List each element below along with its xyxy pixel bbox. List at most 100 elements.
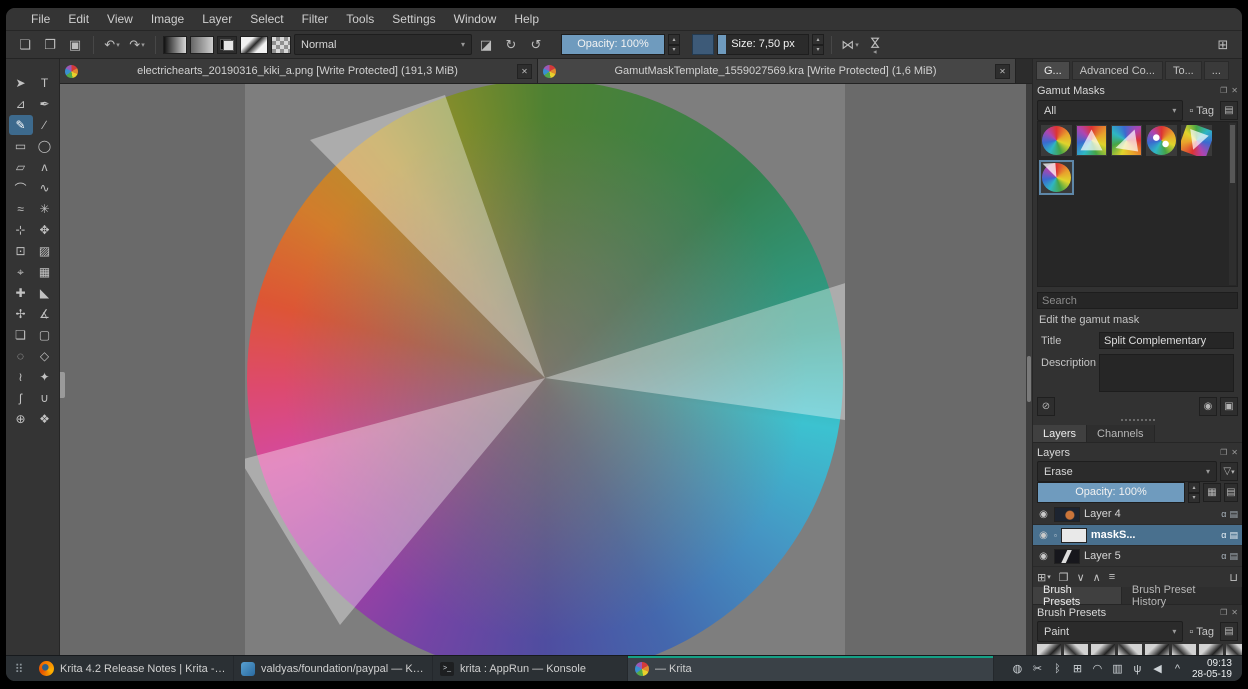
brush-preset-chooser-button[interactable]: [240, 35, 268, 54]
menu-layer[interactable]: Layer: [193, 8, 241, 30]
reload-preset-button[interactable]: ↻: [500, 34, 522, 56]
brush-preset-thumbnail[interactable]: [1064, 644, 1088, 655]
docker-tab-tool-options[interactable]: To...: [1164, 61, 1202, 80]
magnetic-select-tool[interactable]: ∪: [33, 388, 57, 408]
delete-layer-button[interactable]: ⊔: [1229, 571, 1238, 584]
fill-tool[interactable]: ◣: [33, 283, 57, 303]
layer-properties-icon[interactable]: ▤: [1229, 530, 1238, 541]
pan-tool[interactable]: ❖: [33, 409, 57, 429]
gamut-save-button[interactable]: ▣: [1220, 397, 1238, 416]
opacity-spinner[interactable]: ▴ ▾: [668, 34, 680, 55]
gradient-chooser-button[interactable]: [163, 35, 187, 54]
menu-file[interactable]: File: [22, 8, 59, 30]
docker-splitter[interactable]: [1033, 417, 1242, 423]
tab-channels[interactable]: Channels: [1087, 425, 1155, 442]
docker-tab-more[interactable]: ...: [1203, 61, 1229, 80]
calligraphy-tool[interactable]: ✒: [33, 94, 57, 114]
docker-tab-gamut-masks[interactable]: G...: [1036, 61, 1070, 80]
tab-brush-preset-history[interactable]: Brush Preset History: [1121, 584, 1242, 608]
freehand-select-tool[interactable]: ≀: [9, 367, 33, 387]
gradient-tool[interactable]: ▨: [33, 241, 57, 261]
gamut-tag-button[interactable]: ▫ Tag: [1186, 105, 1217, 117]
pattern-edit-tool[interactable]: ▦: [33, 262, 57, 282]
document-tab-gamutmask[interactable]: GamutMaskTemplate_1559027569.kra [Write …: [538, 59, 1016, 83]
usb-icon[interactable]: ψ: [1131, 663, 1144, 675]
layer-row-layer5[interactable]: ◉ Layer 5 α ▤: [1033, 546, 1242, 567]
docker-float-icon[interactable]: ❐: [1220, 448, 1227, 457]
gamut-mask-thumbnail[interactable]: [1111, 125, 1142, 156]
menu-help[interactable]: Help: [505, 8, 548, 30]
assistants-tool[interactable]: ✢: [9, 304, 33, 324]
layer-checker-button[interactable]: ▦: [1203, 483, 1221, 502]
tray-status-icon[interactable]: ◍: [1011, 662, 1024, 675]
brush-tag-button[interactable]: ▫ Tag: [1186, 626, 1217, 638]
bluetooth-icon[interactable]: ᛒ: [1051, 663, 1064, 675]
duplicate-layer-button[interactable]: ❐: [1059, 571, 1069, 584]
alpha-lock-icon[interactable]: α: [1221, 509, 1226, 520]
foreground-background-color-button[interactable]: [217, 35, 237, 54]
gamut-search-input[interactable]: [1037, 292, 1238, 309]
layer-properties-icon[interactable]: ▤: [1229, 509, 1238, 520]
gamut-view-menu-button[interactable]: ▤: [1220, 101, 1238, 120]
workspace-chooser-button[interactable]: ⊞: [1212, 34, 1234, 56]
menu-tools[interactable]: Tools: [337, 8, 383, 30]
layer-opacity-spinner[interactable]: ▴ ▾: [1188, 482, 1200, 503]
canvas-area[interactable]: [60, 84, 1032, 655]
dynamic-brush-tool[interactable]: ≈: [9, 199, 33, 219]
layer-blending-mode-combobox[interactable]: Erase ▾: [1037, 461, 1217, 482]
tab-brush-presets[interactable]: Brush Presets: [1033, 584, 1122, 608]
blending-mode-combobox[interactable]: Normal ▾: [294, 34, 472, 55]
layer-row-layer4[interactable]: ◉ Layer 4 α ▤: [1033, 504, 1242, 525]
brush-preset-thumbnail[interactable]: [1037, 644, 1061, 655]
elliptical-select-tool[interactable]: ◌: [9, 346, 33, 366]
polyline-tool[interactable]: ʌ: [33, 157, 57, 177]
shape-select-tool[interactable]: ➤: [9, 73, 33, 93]
docker-close-icon[interactable]: ✕: [1231, 86, 1238, 95]
move-tool[interactable]: ✥: [33, 220, 57, 240]
scrollbar-thumb[interactable]: [1027, 356, 1031, 402]
docker-close-icon[interactable]: ✕: [1231, 608, 1238, 617]
edit-shapes-tool[interactable]: ⊿: [9, 94, 33, 114]
menu-view[interactable]: View: [98, 8, 142, 30]
crop-tool[interactable]: ⊡: [9, 241, 33, 261]
brush-size-spinner[interactable]: ▴ ▾: [812, 34, 824, 55]
menu-edit[interactable]: Edit: [59, 8, 98, 30]
device-notifier-icon[interactable]: ▥: [1111, 662, 1124, 675]
menu-image[interactable]: Image: [142, 8, 193, 30]
brush-preset-thumbnail[interactable]: [1199, 644, 1223, 655]
tab-close-button[interactable]: ✕: [995, 63, 1010, 79]
text-tool[interactable]: T: [33, 73, 57, 93]
reset-settings-button[interactable]: ↺: [525, 34, 547, 56]
pattern-chooser-button[interactable]: [190, 35, 214, 54]
klipper-icon[interactable]: ✂: [1031, 662, 1044, 675]
task-krita-active[interactable]: — Krita: [628, 656, 994, 681]
layer-options-button[interactable]: ▤: [1224, 483, 1238, 502]
layer-visibility-icon[interactable]: ◉: [1037, 551, 1050, 562]
docker-float-icon[interactable]: ❐: [1220, 86, 1227, 95]
eraser-mode-button[interactable]: ◪: [475, 34, 497, 56]
save-button[interactable]: ▣: [64, 34, 86, 56]
canvas-drag-handle[interactable]: [60, 372, 65, 398]
brush-preset-thumbnail[interactable]: [1145, 644, 1169, 655]
layer-filter-button[interactable]: ▽ ▾: [1220, 462, 1238, 481]
gamut-mask-thumbnail[interactable]: [1146, 125, 1177, 156]
fill-pattern-button[interactable]: [271, 35, 291, 54]
task-kmymoney[interactable]: valdyas/foundation/paypal — KM...: [234, 656, 433, 681]
transform-tool[interactable]: ⊹: [9, 220, 33, 240]
layer-properties-icon[interactable]: ▤: [1229, 551, 1238, 562]
opacity-slider[interactable]: Opacity: 100%: [561, 34, 665, 55]
rectangular-select-tool[interactable]: ▢: [33, 325, 57, 345]
polygonal-select-tool[interactable]: ◇: [33, 346, 57, 366]
gamut-mask-thumbnail[interactable]: [1076, 125, 1107, 156]
freehand-brush-tool[interactable]: ✎: [8, 115, 33, 135]
menu-select[interactable]: Select: [241, 8, 292, 30]
show-desktop-button[interactable]: ⠿: [6, 656, 32, 681]
layer-visibility-icon[interactable]: ◉: [1037, 509, 1050, 520]
menu-settings[interactable]: Settings: [383, 8, 444, 30]
layer-properties-button[interactable]: ≡: [1109, 571, 1115, 583]
document-tab-kiki[interactable]: electrichearts_20190316_kiki_a.png [Writ…: [60, 59, 538, 83]
move-layer-up-button[interactable]: ∧: [1093, 571, 1101, 584]
display-icon[interactable]: ⊞: [1071, 662, 1084, 675]
brush-size-slider[interactable]: Size: 7,50 px: [717, 34, 809, 55]
canvas-page[interactable]: [245, 84, 845, 655]
